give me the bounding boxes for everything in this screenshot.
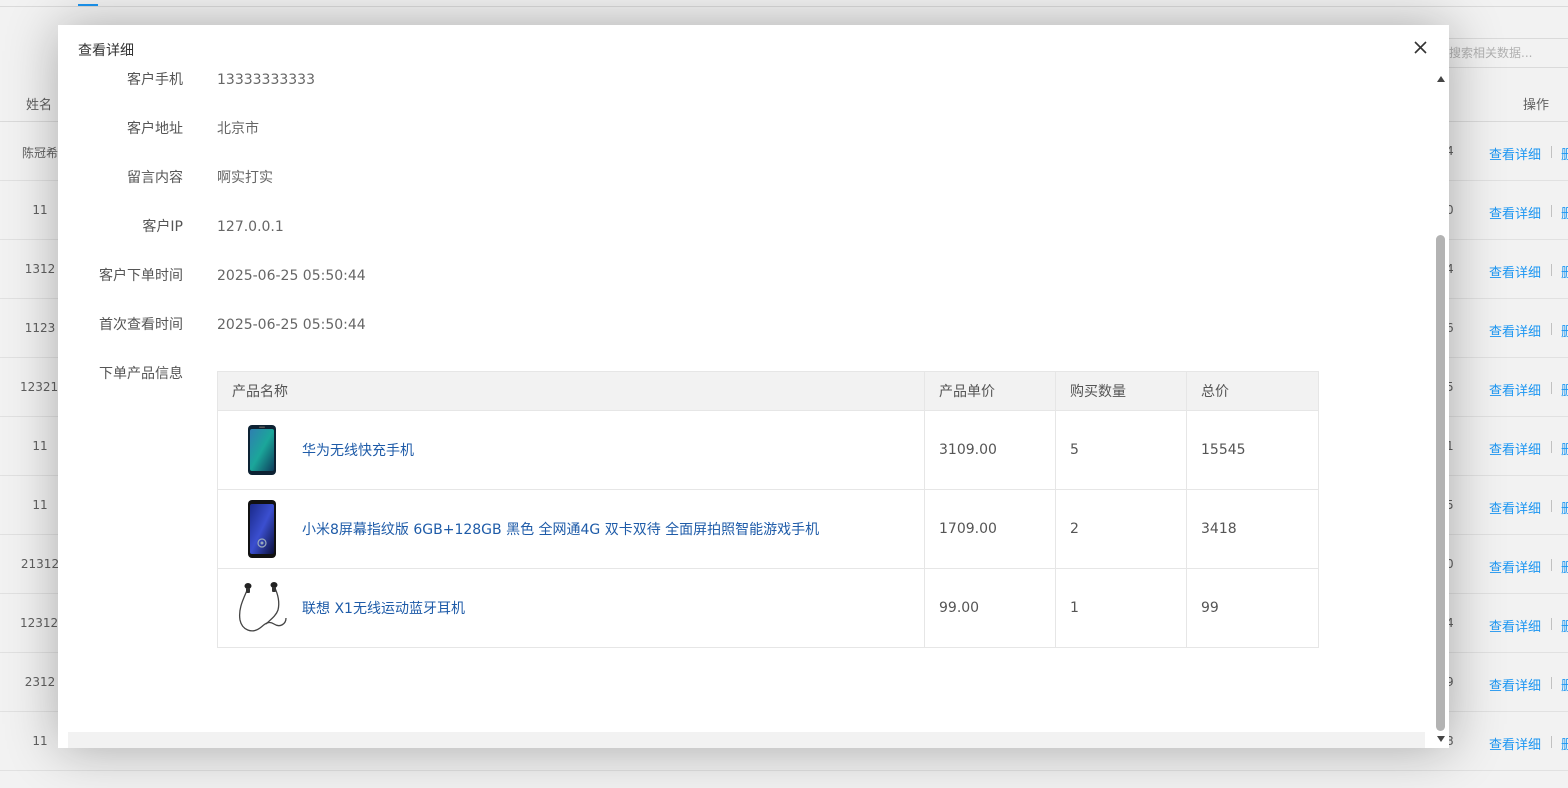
phone-dark-icon[interactable] (232, 499, 292, 559)
modal-scrollbar[interactable] (1435, 72, 1447, 748)
unit-price-cell: 3109.00 (924, 410, 1056, 490)
column-header-unit-price: 产品单价 (924, 371, 1056, 411)
field-value: 2025-06-25 05:50:44 (217, 268, 366, 284)
table-row: 小米8屏幕指纹版 6GB+128GB 黑色 全网通4G 双卡双待 全面屏拍照智能… (217, 489, 1319, 569)
detail-modal: 查看详细 客户手机 13333333333 客户地址 北京市 留言内容 啊实打实… (58, 25, 1449, 748)
product-name-link[interactable]: 小米8屏幕指纹版 6GB+128GB 黑色 全网通4G 双卡双待 全面屏拍照智能… (302, 519, 819, 539)
earphones-icon[interactable] (232, 578, 292, 638)
unit-price-cell: 99.00 (924, 568, 1056, 648)
table-row: 联想 X1无线运动蓝牙耳机 99.00 1 99 (217, 568, 1319, 648)
field-label: 客户下单时间 (99, 268, 183, 284)
field-value: 2025-06-25 05:50:44 (217, 317, 366, 333)
close-icon (1413, 40, 1427, 54)
modal-content: 客户手机 13333333333 客户地址 北京市 留言内容 啊实打实 客户IP… (68, 72, 1425, 732)
scroll-down-arrow-icon[interactable] (1437, 736, 1445, 742)
product-name-link[interactable]: 联想 X1无线运动蓝牙耳机 (302, 598, 465, 618)
column-header-total: 总价 (1186, 371, 1319, 411)
modal-title: 查看详细 (78, 43, 134, 59)
scrollbar-thumb[interactable] (1436, 235, 1445, 731)
modal-footer-strip (68, 732, 1425, 748)
product-cell: 华为无线快充手机 (217, 410, 925, 490)
quantity-cell: 1 (1055, 568, 1187, 648)
field-label: 留言内容 (127, 170, 183, 186)
field-value: 13333333333 (217, 72, 315, 88)
unit-price-cell: 1709.00 (924, 489, 1056, 569)
total-cell: 15545 (1186, 410, 1319, 490)
product-cell: 联想 X1无线运动蓝牙耳机 (217, 568, 925, 648)
scroll-up-arrow-icon[interactable] (1437, 76, 1445, 82)
total-cell: 99 (1186, 568, 1319, 648)
phone-blue-icon[interactable] (232, 420, 292, 480)
field-label: 客户手机 (127, 72, 183, 88)
field-label: 客户IP (142, 219, 183, 235)
field-label: 客户地址 (127, 121, 183, 137)
field-value: 北京市 (217, 121, 259, 137)
column-header-quantity: 购买数量 (1055, 371, 1187, 411)
total-cell: 3418 (1186, 489, 1319, 569)
field-label: 下单产品信息 (99, 366, 183, 382)
field-value: 啊实打实 (217, 170, 273, 186)
quantity-cell: 5 (1055, 410, 1187, 490)
product-name-link[interactable]: 华为无线快充手机 (302, 440, 414, 460)
column-header-product-name: 产品名称 (217, 371, 925, 411)
products-table: 产品名称 产品单价 购买数量 总价 华为无线快充手机 3109.00 5 155… (217, 371, 1319, 648)
product-cell: 小米8屏幕指纹版 6GB+128GB 黑色 全网通4G 双卡双待 全面屏拍照智能… (217, 489, 925, 569)
table-row: 华为无线快充手机 3109.00 5 15545 (217, 410, 1319, 490)
close-button[interactable] (1410, 37, 1430, 57)
table-header-row: 产品名称 产品单价 购买数量 总价 (217, 371, 1319, 411)
field-value: 127.0.0.1 (217, 219, 284, 235)
quantity-cell: 2 (1055, 489, 1187, 569)
field-label: 首次查看时间 (99, 317, 183, 333)
